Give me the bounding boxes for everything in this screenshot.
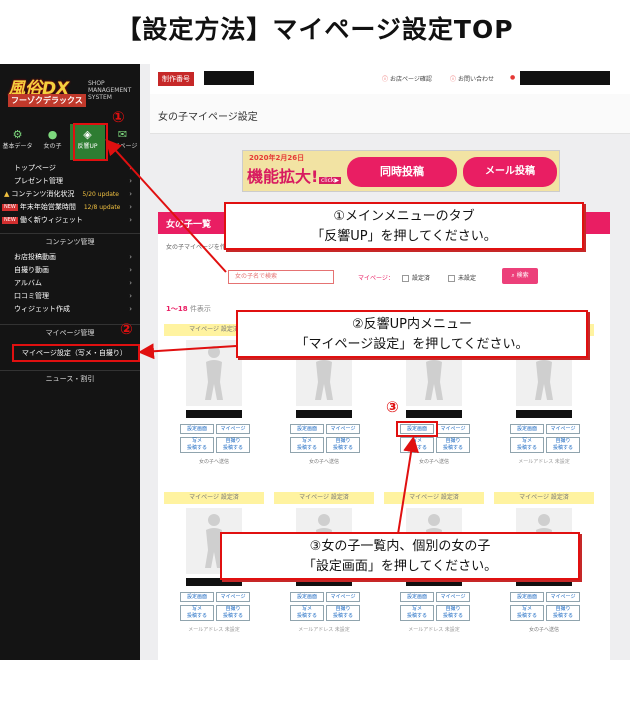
- instruction-page: 【設定方法】マイページ設定TOP 風俗DX フーゾクデラックス SHOP MAN…: [0, 0, 630, 712]
- callout-line: 「マイページ設定」を押してください。: [295, 337, 529, 352]
- arrow-to-settings: [397, 436, 420, 535]
- arrow-to-tab: [105, 139, 227, 273]
- admin-screenshot: 風俗DX フーゾクデラックス SHOP MANAGEMENT SYSTEM ⚙ …: [0, 64, 630, 660]
- callout-line: ③女の子一覧内、個別の女の子: [309, 539, 491, 554]
- callout-step-3: ③女の子一覧内、個別の女の子 「設定画面」を押してください。: [220, 532, 580, 580]
- callout-step-2: ②反響UP内メニュー 「マイページ設定」を押してください。: [236, 310, 588, 358]
- callout-line: ②反響UP内メニュー: [351, 317, 472, 332]
- page-title: 【設定方法】マイページ設定TOP: [116, 15, 514, 44]
- callout-line: 「反響UP」を押してください。: [311, 229, 497, 244]
- callout-step-1: ①メインメニューのタブ 「反響UP」を押してください。: [224, 202, 584, 250]
- arrow-to-menu: [138, 343, 237, 360]
- callout-line: ①メインメニューのタブ: [333, 209, 475, 224]
- callout-line: 「設定画面」を押してください。: [302, 559, 498, 574]
